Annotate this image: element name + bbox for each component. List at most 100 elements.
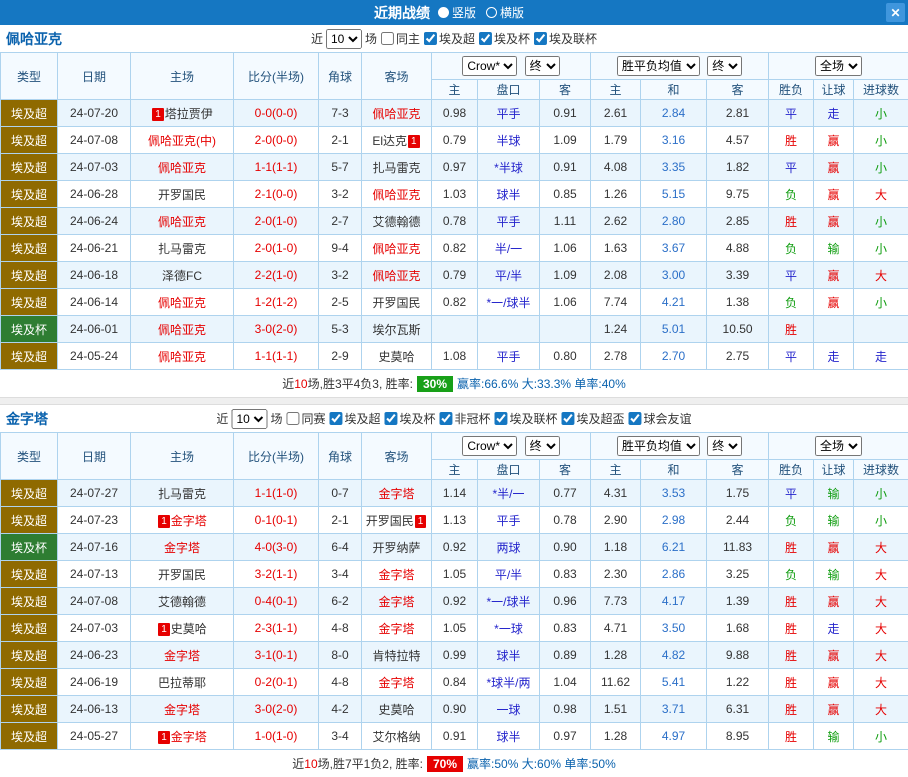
filter-同赛[interactable]: 同赛: [286, 410, 325, 427]
away-team[interactable]: 开罗纳萨: [362, 534, 432, 561]
avg-stage-select[interactable]: 终: [707, 56, 742, 76]
home-team[interactable]: 佩哈亚克: [131, 154, 234, 181]
away-team[interactable]: 金字塔: [362, 480, 432, 507]
home-team[interactable]: 巴拉蒂耶: [131, 669, 234, 696]
home-team[interactable]: 佩哈亚克: [131, 343, 234, 370]
goals-result: 大: [854, 588, 908, 615]
away-team[interactable]: 扎马雷克: [362, 154, 432, 181]
match-count-select[interactable]: 10: [326, 29, 362, 49]
match-result: 负: [769, 235, 814, 262]
filter-埃及联杯[interactable]: 埃及联杯: [495, 410, 558, 427]
scope-select[interactable]: 全场: [815, 56, 862, 76]
match-date: 24-07-08: [58, 127, 131, 154]
checkbox-埃及超[interactable]: [424, 32, 437, 45]
corner-count: 6-4: [319, 534, 362, 561]
filter-埃及超[interactable]: 埃及超: [329, 410, 380, 427]
avg-stage-select[interactable]: 终: [707, 436, 742, 456]
away-team[interactable]: 艾尔格纳: [362, 723, 432, 750]
avg-odds-select[interactable]: 胜平负均值: [617, 436, 700, 456]
filter-同主[interactable]: 同主: [381, 30, 420, 47]
away-team[interactable]: 佩哈亚克: [362, 181, 432, 208]
home-team[interactable]: 金字塔: [131, 696, 234, 723]
away-team[interactable]: 开罗国民: [362, 289, 432, 316]
away-team[interactable]: 史莫哈: [362, 696, 432, 723]
home-team[interactable]: 1金字塔: [131, 507, 234, 534]
home-team[interactable]: 1史莫哈: [131, 615, 234, 642]
home-team[interactable]: 1塔拉贾伊: [131, 100, 234, 127]
match-result: 平: [769, 100, 814, 127]
home-team[interactable]: 佩哈亚克: [131, 289, 234, 316]
match-count-select[interactable]: 10: [231, 409, 267, 429]
checkbox-非冠杯[interactable]: [440, 412, 453, 425]
goals-result: 走: [854, 343, 908, 370]
odds-company-select[interactable]: Crow*: [462, 56, 517, 76]
team-label: El达克: [372, 134, 407, 148]
scope-select[interactable]: 全场: [815, 436, 862, 456]
away-team[interactable]: 佩哈亚克: [362, 262, 432, 289]
away-team[interactable]: 金字塔: [362, 561, 432, 588]
home-team[interactable]: 扎马雷克: [131, 235, 234, 262]
league-badge: 埃及超: [1, 669, 58, 696]
home-team[interactable]: 佩哈亚克: [131, 208, 234, 235]
close-icon[interactable]: ✕: [886, 3, 905, 22]
away-team[interactable]: 金字塔: [362, 588, 432, 615]
filter-埃及杯[interactable]: 埃及杯: [479, 30, 530, 47]
checkbox-同赛[interactable]: [286, 412, 299, 425]
home-team[interactable]: 泽德FC: [131, 262, 234, 289]
home-team[interactable]: 开罗国民: [131, 181, 234, 208]
checkbox-球会友谊[interactable]: [629, 412, 642, 425]
away-team[interactable]: 开罗国民1: [362, 507, 432, 534]
home-team[interactable]: 1金字塔: [131, 723, 234, 750]
checkbox-埃及联杯[interactable]: [495, 412, 508, 425]
team-label: 佩哈亚克: [372, 269, 420, 283]
odds-stage-select[interactable]: 终: [525, 436, 560, 456]
away-team[interactable]: 佩哈亚克: [362, 100, 432, 127]
league-badge: 埃及超: [1, 181, 58, 208]
team-label: 金字塔: [164, 703, 200, 717]
filter-埃及超[interactable]: 埃及超: [424, 30, 475, 47]
home-team[interactable]: 佩哈亚克: [131, 316, 234, 343]
odds-stage-select[interactable]: 终: [525, 56, 560, 76]
league-badge: 埃及杯: [1, 316, 58, 343]
team-label: 佩哈亚克: [372, 107, 420, 121]
team-label: 佩哈亚克: [158, 296, 206, 310]
filter-埃及超盃[interactable]: 埃及超盃: [562, 410, 625, 427]
ah-home-odds: 0.99: [432, 642, 478, 669]
away-team[interactable]: 金字塔: [362, 669, 432, 696]
checkbox-埃及杯[interactable]: [479, 32, 492, 45]
away-team[interactable]: 埃尔瓦斯: [362, 316, 432, 343]
filter-球会友谊[interactable]: 球会友谊: [629, 410, 692, 427]
home-team[interactable]: 扎马雷克: [131, 480, 234, 507]
score: 0-0(0-0): [234, 100, 319, 127]
col-corner: 角球: [319, 433, 362, 480]
filter-埃及联杯[interactable]: 埃及联杯: [534, 30, 597, 47]
checkbox-埃及联杯[interactable]: [534, 32, 547, 45]
radio-vertical-layout[interactable]: 竖版: [438, 4, 476, 21]
rank-badge: 1: [158, 515, 170, 528]
filter-非冠杯[interactable]: 非冠杯: [440, 410, 491, 427]
home-team[interactable]: 开罗国民: [131, 561, 234, 588]
away-team[interactable]: 艾德翰德: [362, 208, 432, 235]
home-team[interactable]: 艾德翰德: [131, 588, 234, 615]
avg-odds-select[interactable]: 胜平负均值: [617, 56, 700, 76]
checkbox-埃及超[interactable]: [329, 412, 342, 425]
checkbox-埃及超盃[interactable]: [562, 412, 575, 425]
filter-埃及杯[interactable]: 埃及杯: [384, 410, 435, 427]
away-team[interactable]: 肯特拉特: [362, 642, 432, 669]
match-result: 负: [769, 561, 814, 588]
away-team[interactable]: El达克1: [362, 127, 432, 154]
home-team[interactable]: 金字塔: [131, 642, 234, 669]
checkbox-同主[interactable]: [381, 32, 394, 45]
away-team[interactable]: 史莫哈: [362, 343, 432, 370]
radio-horizontal-layout[interactable]: 横版: [486, 4, 524, 21]
checkbox-label: 埃及超盃: [577, 410, 625, 427]
win-odds: 4.31: [591, 480, 641, 507]
home-team[interactable]: 金字塔: [131, 534, 234, 561]
checkbox-埃及杯[interactable]: [384, 412, 397, 425]
away-team[interactable]: 金字塔: [362, 615, 432, 642]
handicap-result: 走: [814, 615, 854, 642]
odds-company-select[interactable]: Crow*: [462, 436, 517, 456]
away-team[interactable]: 佩哈亚克: [362, 235, 432, 262]
draw-odds: 5.41: [641, 669, 707, 696]
home-team[interactable]: 佩哈亚克(中): [131, 127, 234, 154]
